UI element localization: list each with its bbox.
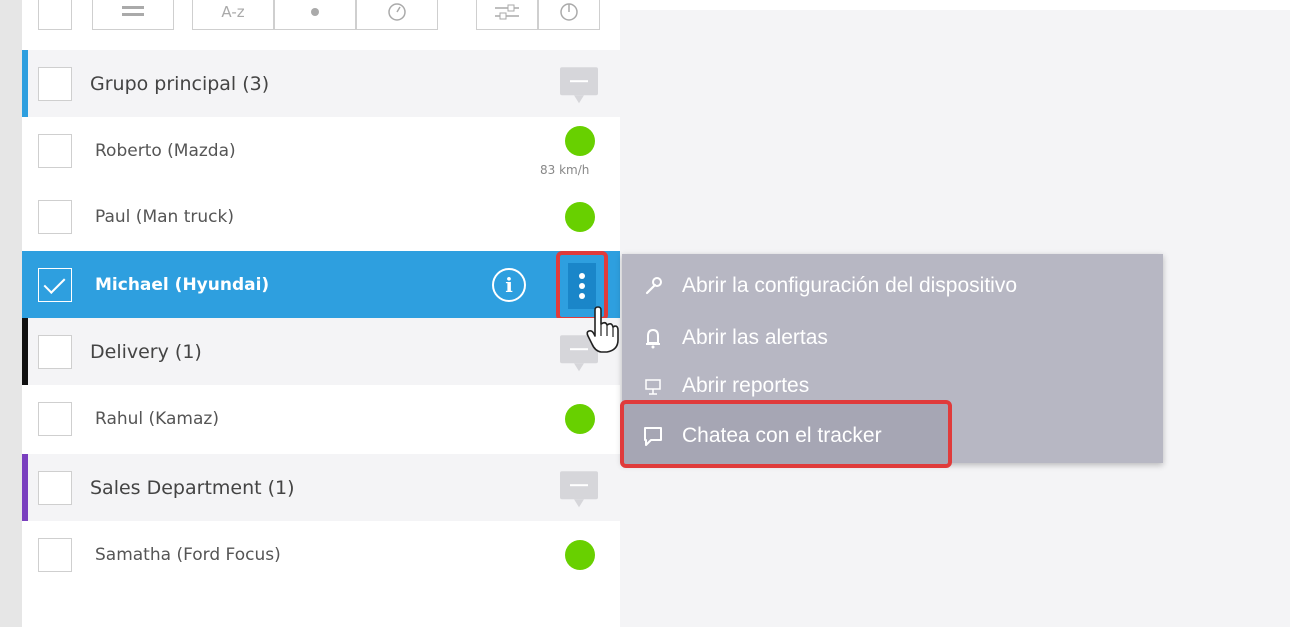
- collapse-group-icon[interactable]: [560, 470, 598, 507]
- status-dot-icon: [565, 126, 595, 156]
- status-dot-icon: [565, 403, 595, 434]
- left-edge: [0, 0, 22, 627]
- device-checkbox-checked[interactable]: [38, 267, 72, 302]
- sliders-icon: [495, 4, 519, 20]
- hand-cursor-icon: [586, 306, 619, 353]
- device-checkbox[interactable]: [38, 401, 72, 436]
- group-label: Grupo principal (3): [90, 72, 270, 95]
- bell-icon: [642, 327, 664, 349]
- list-toolbar: A-z: [22, 0, 620, 50]
- sort-alpha-label: A-z: [221, 3, 245, 21]
- filter-settings-button[interactable]: [476, 0, 538, 30]
- group-row-delivery[interactable]: Delivery (1): [22, 318, 620, 385]
- status-dot-icon: [565, 201, 595, 232]
- menu-item-device-settings[interactable]: Abrir la configuración del dispositivo: [622, 262, 1163, 310]
- kebab-dot: [579, 273, 585, 279]
- menu-item-label: Chatea con el tracker: [682, 424, 882, 447]
- group-accent-bar: [22, 454, 28, 521]
- group-row-grupo-principal[interactable]: Grupo principal (3): [22, 50, 620, 117]
- sort-speed-button[interactable]: [356, 0, 438, 30]
- group-checkbox[interactable]: [38, 334, 72, 369]
- kebab-dot: [579, 293, 585, 299]
- more-options-button[interactable]: [568, 263, 596, 309]
- device-list-panel: A-z Grupo principal (3) Roberto (Mazda) …: [22, 0, 620, 627]
- group-checkbox[interactable]: [38, 470, 72, 505]
- group-label: Sales Department (1): [90, 476, 295, 499]
- list-view-button[interactable]: [92, 0, 174, 30]
- device-row-rahul[interactable]: Rahul (Kamaz): [22, 385, 620, 452]
- device-checkbox[interactable]: [38, 537, 72, 572]
- menu-item-chat-tracker[interactable]: Chatea con el tracker: [622, 412, 952, 460]
- chat-bubble-icon: [642, 425, 664, 447]
- device-row-michael[interactable]: Michael (Hyundai) i: [22, 251, 620, 321]
- speedometer-icon: [388, 3, 406, 21]
- group-accent-bar: [22, 318, 28, 385]
- group-row-sales-department[interactable]: Sales Department (1): [22, 454, 620, 521]
- presentation-icon: [642, 375, 664, 397]
- device-checkbox[interactable]: [38, 199, 72, 234]
- sort-status-button[interactable]: [274, 0, 356, 30]
- map-options-button[interactable]: [538, 0, 600, 30]
- speed-label: 83 km/h: [540, 163, 590, 177]
- compass-icon: [560, 3, 578, 21]
- sort-alpha-button[interactable]: A-z: [192, 0, 274, 30]
- menu-item-alerts[interactable]: Abrir las alertas: [622, 314, 1163, 362]
- kebab-dot: [579, 283, 585, 289]
- info-icon[interactable]: i: [492, 267, 526, 302]
- wrench-icon: [642, 275, 664, 297]
- group-label: Delivery (1): [90, 340, 202, 363]
- group-checkbox[interactable]: [38, 66, 72, 101]
- device-checkbox[interactable]: [38, 133, 72, 168]
- menu-item-label: Abrir las alertas: [682, 326, 828, 349]
- dot-icon: [311, 8, 319, 16]
- device-row-roberto[interactable]: Roberto (Mazda) 83 km/h: [22, 117, 620, 184]
- menu-item-label: Abrir reportes: [682, 374, 810, 397]
- device-label: Paul (Man truck): [95, 206, 234, 227]
- map-top-strip: [620, 0, 1290, 10]
- collapse-group-icon[interactable]: [560, 66, 598, 103]
- menu-item-label: Abrir la configuración del dispositivo: [682, 274, 1018, 297]
- list-icon: [122, 6, 144, 16]
- device-row-paul[interactable]: Paul (Man truck): [22, 183, 620, 250]
- device-label: Michael (Hyundai): [95, 274, 270, 295]
- group-accent-bar: [22, 50, 28, 117]
- device-label: Samatha (Ford Focus): [95, 544, 281, 565]
- device-label: Roberto (Mazda): [95, 140, 236, 161]
- device-row-samatha[interactable]: Samatha (Ford Focus): [22, 521, 620, 588]
- device-label: Rahul (Kamaz): [95, 408, 219, 429]
- select-all-checkbox[interactable]: [38, 0, 72, 30]
- status-dot-icon: [565, 539, 595, 570]
